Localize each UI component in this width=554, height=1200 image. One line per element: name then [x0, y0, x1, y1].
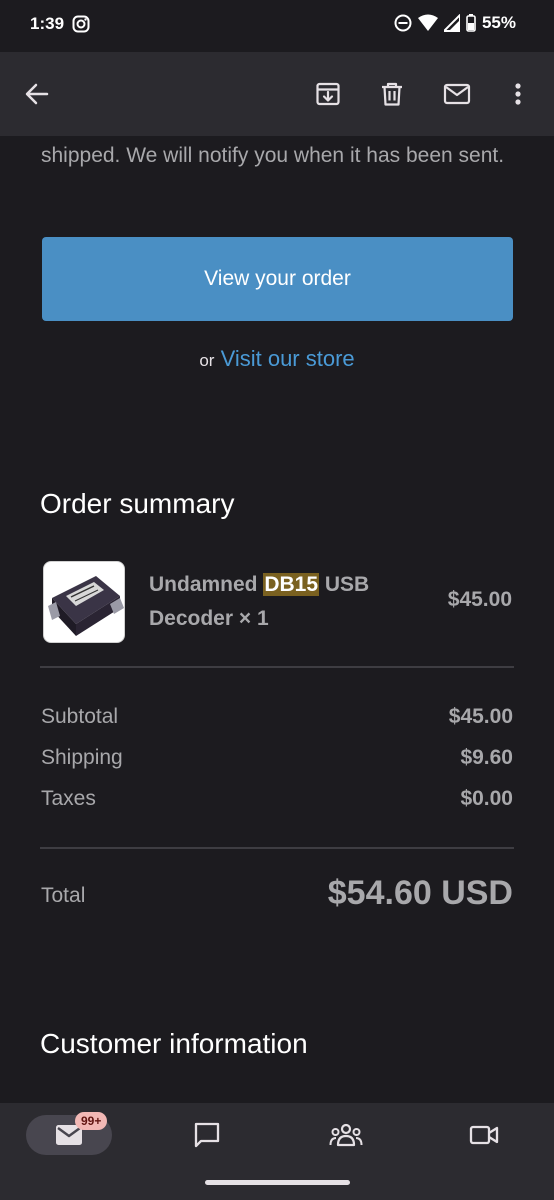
subtotal-value: $45.00 [448, 705, 513, 728]
chat-icon [194, 1122, 220, 1148]
status-bar: 1:39 55% [0, 0, 554, 52]
cell-signal-icon [443, 14, 460, 32]
divider [40, 666, 514, 668]
taxes-value: $0.00 [460, 787, 513, 810]
delete-icon [382, 82, 402, 106]
instagram-icon [72, 15, 90, 33]
bottom-nav: 99+ [0, 1103, 554, 1200]
meet-icon [469, 1125, 499, 1145]
mark-unread-icon [443, 83, 471, 105]
order-summary-title: Order summary [40, 488, 235, 519]
battery-percent: 55% [481, 13, 516, 32]
product-name-start: Undamned [149, 573, 264, 596]
product-name: Undamned DB15 USB Decoder × 1 [149, 568, 409, 636]
visit-store-link[interactable]: Visit our store [221, 346, 355, 371]
divider [40, 847, 514, 849]
shipping-label: Shipping [41, 746, 123, 769]
intro-text: shipped. We will notify you when it has … [41, 144, 505, 167]
shipping-value: $9.60 [460, 746, 513, 769]
archive-button[interactable] [308, 74, 348, 114]
taxes-label: Taxes [41, 787, 96, 810]
mail-badge: 99+ [75, 1112, 108, 1130]
nav-meet[interactable] [441, 1115, 527, 1155]
delete-button[interactable] [372, 74, 412, 114]
status-time: 1:39 [30, 14, 65, 33]
visit-store-line: or Visit our store [0, 346, 554, 372]
back-arrow-icon [25, 83, 49, 105]
more-options-button[interactable] [498, 74, 538, 114]
or-label: or [199, 351, 215, 370]
do-not-disturb-icon [394, 14, 412, 32]
battery-icon [466, 14, 476, 32]
email-body[interactable]: shipped. We will notify you when it has … [0, 136, 554, 1103]
product-name-highlight: DB15 [263, 573, 320, 596]
back-button[interactable] [17, 74, 57, 114]
home-indicator[interactable] [205, 1180, 350, 1185]
nav-chat[interactable] [164, 1115, 250, 1155]
subtotal-label: Subtotal [41, 705, 119, 728]
product-price: $45.00 [447, 588, 512, 611]
spaces-icon [329, 1123, 363, 1147]
wifi-icon [417, 14, 438, 31]
total-label: Total [41, 884, 86, 907]
app-bar [0, 52, 554, 136]
archive-icon [316, 82, 340, 106]
customer-info-title: Customer information [40, 1028, 308, 1059]
nav-spaces[interactable] [303, 1115, 389, 1155]
total-value: $54.60 USD [327, 874, 513, 912]
product-image [43, 561, 125, 643]
more-vert-icon [515, 83, 521, 105]
status-icons: 55% [394, 13, 516, 33]
usb-decoder-product-image [48, 576, 124, 636]
mark-unread-button[interactable] [437, 74, 477, 114]
view-order-button[interactable]: View your order [42, 237, 513, 321]
